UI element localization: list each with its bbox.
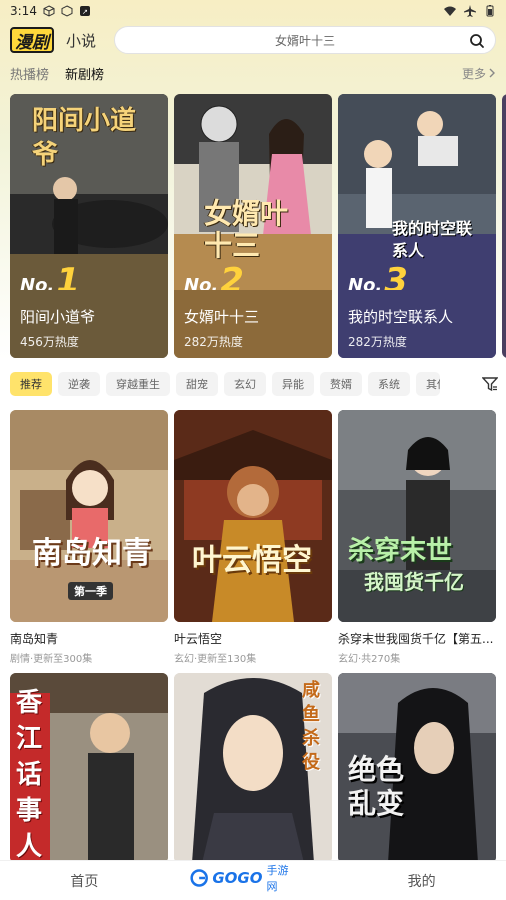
ranking-card[interactable]: 我的时空联系人 No. 3 我的时空联系人 282万热度 [338,94,496,358]
cover-title-art: 南岛知青 [32,536,152,571]
drama-cover: 绝色乱变 [338,673,496,863]
cube-outline-icon [61,5,73,17]
svg-text:↗: ↗ [82,8,88,16]
ranking-card[interactable]: 女婿叶十三 No. 2 女婿叶十三 282万热度 [174,94,332,358]
cover-illustration [174,410,332,622]
tab-new-ranking[interactable]: 新剧榜 [65,64,104,83]
tag-rebirth[interactable]: 穿越重生 [106,372,170,396]
drama-cover: 香江话事人 [10,673,168,863]
tag-son-in-law[interactable]: 赘婿 [320,372,362,396]
search-placeholder: 女婿叶十三 [275,33,336,48]
cover-subtitle-art: 第一季 [68,582,113,600]
drama-cover: 叶云悟空 [174,410,332,622]
tag-recommend[interactable]: 推荐 [10,372,52,396]
status-bar: 3:14 ↗ [0,0,506,22]
ranking-card[interactable] [502,94,506,358]
cover-illustration [174,94,332,294]
tag-superpower[interactable]: 异能 [272,372,314,396]
drama-cover: 杀穿末世 我囤货千亿 [338,410,496,622]
drama-item[interactable]: 香江话事人 [10,673,168,863]
cover-title-art: 叶云悟空 [192,543,312,578]
drama-item[interactable]: 咸鱼杀役 [174,673,332,863]
cover-title-art: 我的时空联系人 [392,219,473,260]
cover-subtitle-art: 我囤货千亿 [364,570,464,594]
tag-sweet[interactable]: 甜宠 [176,372,218,396]
gogo-logo-icon [190,869,208,887]
cover-title-art: 女婿叶十三 [204,197,289,262]
drama-item[interactable]: 绝色乱变 [338,673,496,863]
card-title: 女婿叶十三 [184,308,260,326]
drama-title: 叶云悟空 [174,632,223,646]
nav-mine[interactable]: 我的 [337,871,506,891]
cover-illustration [338,94,496,294]
ranking-card[interactable]: 阳间小道爷 No. 1 阳间小道爷 456万热度 [10,94,168,358]
more-link[interactable]: 更多 [462,65,496,82]
card-info: 阳间小道爷 456万热度 [10,290,168,358]
novel-tab[interactable]: 小说 [66,30,96,51]
drama-title: 杀穿末世我囤货千亿【第五... [338,632,494,646]
drama-item[interactable]: 杀穿末世 我囤货千亿 杀穿末世我囤货千亿【第五... 玄幻·共270集 [338,410,496,665]
tag-other[interactable]: 其他 [416,372,440,396]
more-label: 更多 [461,66,486,81]
tag-system[interactable]: 系统 [368,372,410,396]
filter-icon[interactable] [482,376,498,392]
ranking-carousel: 阳间小道爷 No. 1 阳间小道爷 456万热度 女婿叶十三 No. 2 女婿叶十三… [10,94,506,358]
cover-title-art: 阳间小道爷 [32,106,137,170]
airplane-icon [464,5,476,17]
card-heat: 282万热度 [348,335,407,349]
tag-comeback[interactable]: 逆袭 [58,372,100,396]
genre-tags: 推荐 逆袭 穿越重生 甜宠 玄幻 异能 赘婿 系统 其他 [10,370,506,398]
card-title: 我的时空联系人 [348,308,454,326]
app-logo: 漫剧 [10,27,54,53]
wifi-icon [444,6,456,16]
drama-meta: 玄幻·共270集 [338,654,401,665]
drama-cover: 咸鱼杀役 [174,673,332,863]
drama-title: 南岛知青 [10,632,59,646]
drama-meta: 玄幻·更新至130集 [174,654,257,665]
card-title: 阳间小道爷 [20,308,96,326]
cover-title-art: 杀穿末世 [348,536,453,566]
app-notification-icon: ↗ [79,6,90,16]
chevron-right-icon [489,68,495,78]
drama-meta: 剧情·更新至300集 [10,654,93,665]
drama-item[interactable]: 叶云悟空 叶云悟空 玄幻·更新至130集 [174,410,332,665]
cover-title-art: 绝色乱变 [348,753,405,820]
cover-title-art: 咸鱼杀役 [302,680,320,773]
drama-cover: 南岛知青 第一季 [10,410,168,622]
tag-fantasy[interactable]: 玄幻 [224,372,266,396]
cube-icon [43,5,55,17]
ranking-tabs: 热播榜 新剧榜 更多 [0,62,506,84]
search-input[interactable]: 女婿叶十三 [114,26,496,54]
drama-grid: 南岛知青 第一季 南岛知青 剧情·更新至300集 叶云悟空 叶云悟空 玄幻·更新… [10,410,496,863]
card-heat: 282万热度 [184,335,243,349]
watermark-brand: GOGO [212,869,263,887]
card-info: 我的时空联系人 282万热度 [338,290,496,358]
status-time: 3:14 [10,4,37,18]
card-heat: 456万热度 [20,335,79,349]
battery-icon [486,5,494,17]
app-header: 漫剧 小说 女婿叶十三 [0,24,506,56]
card-info: 女婿叶十三 282万热度 [174,290,332,358]
search-icon[interactable] [469,33,485,49]
gogo-watermark: GOGO 手游网 [190,864,294,893]
nav-home[interactable]: 首页 [0,871,169,891]
drama-item[interactable]: 南岛知青 第一季 南岛知青 剧情·更新至300集 [10,410,168,665]
cover-title-art: 香江话事人 [16,688,43,862]
watermark-text: 手游网 [266,864,289,893]
tab-hot-ranking[interactable]: 热播榜 [10,64,49,83]
